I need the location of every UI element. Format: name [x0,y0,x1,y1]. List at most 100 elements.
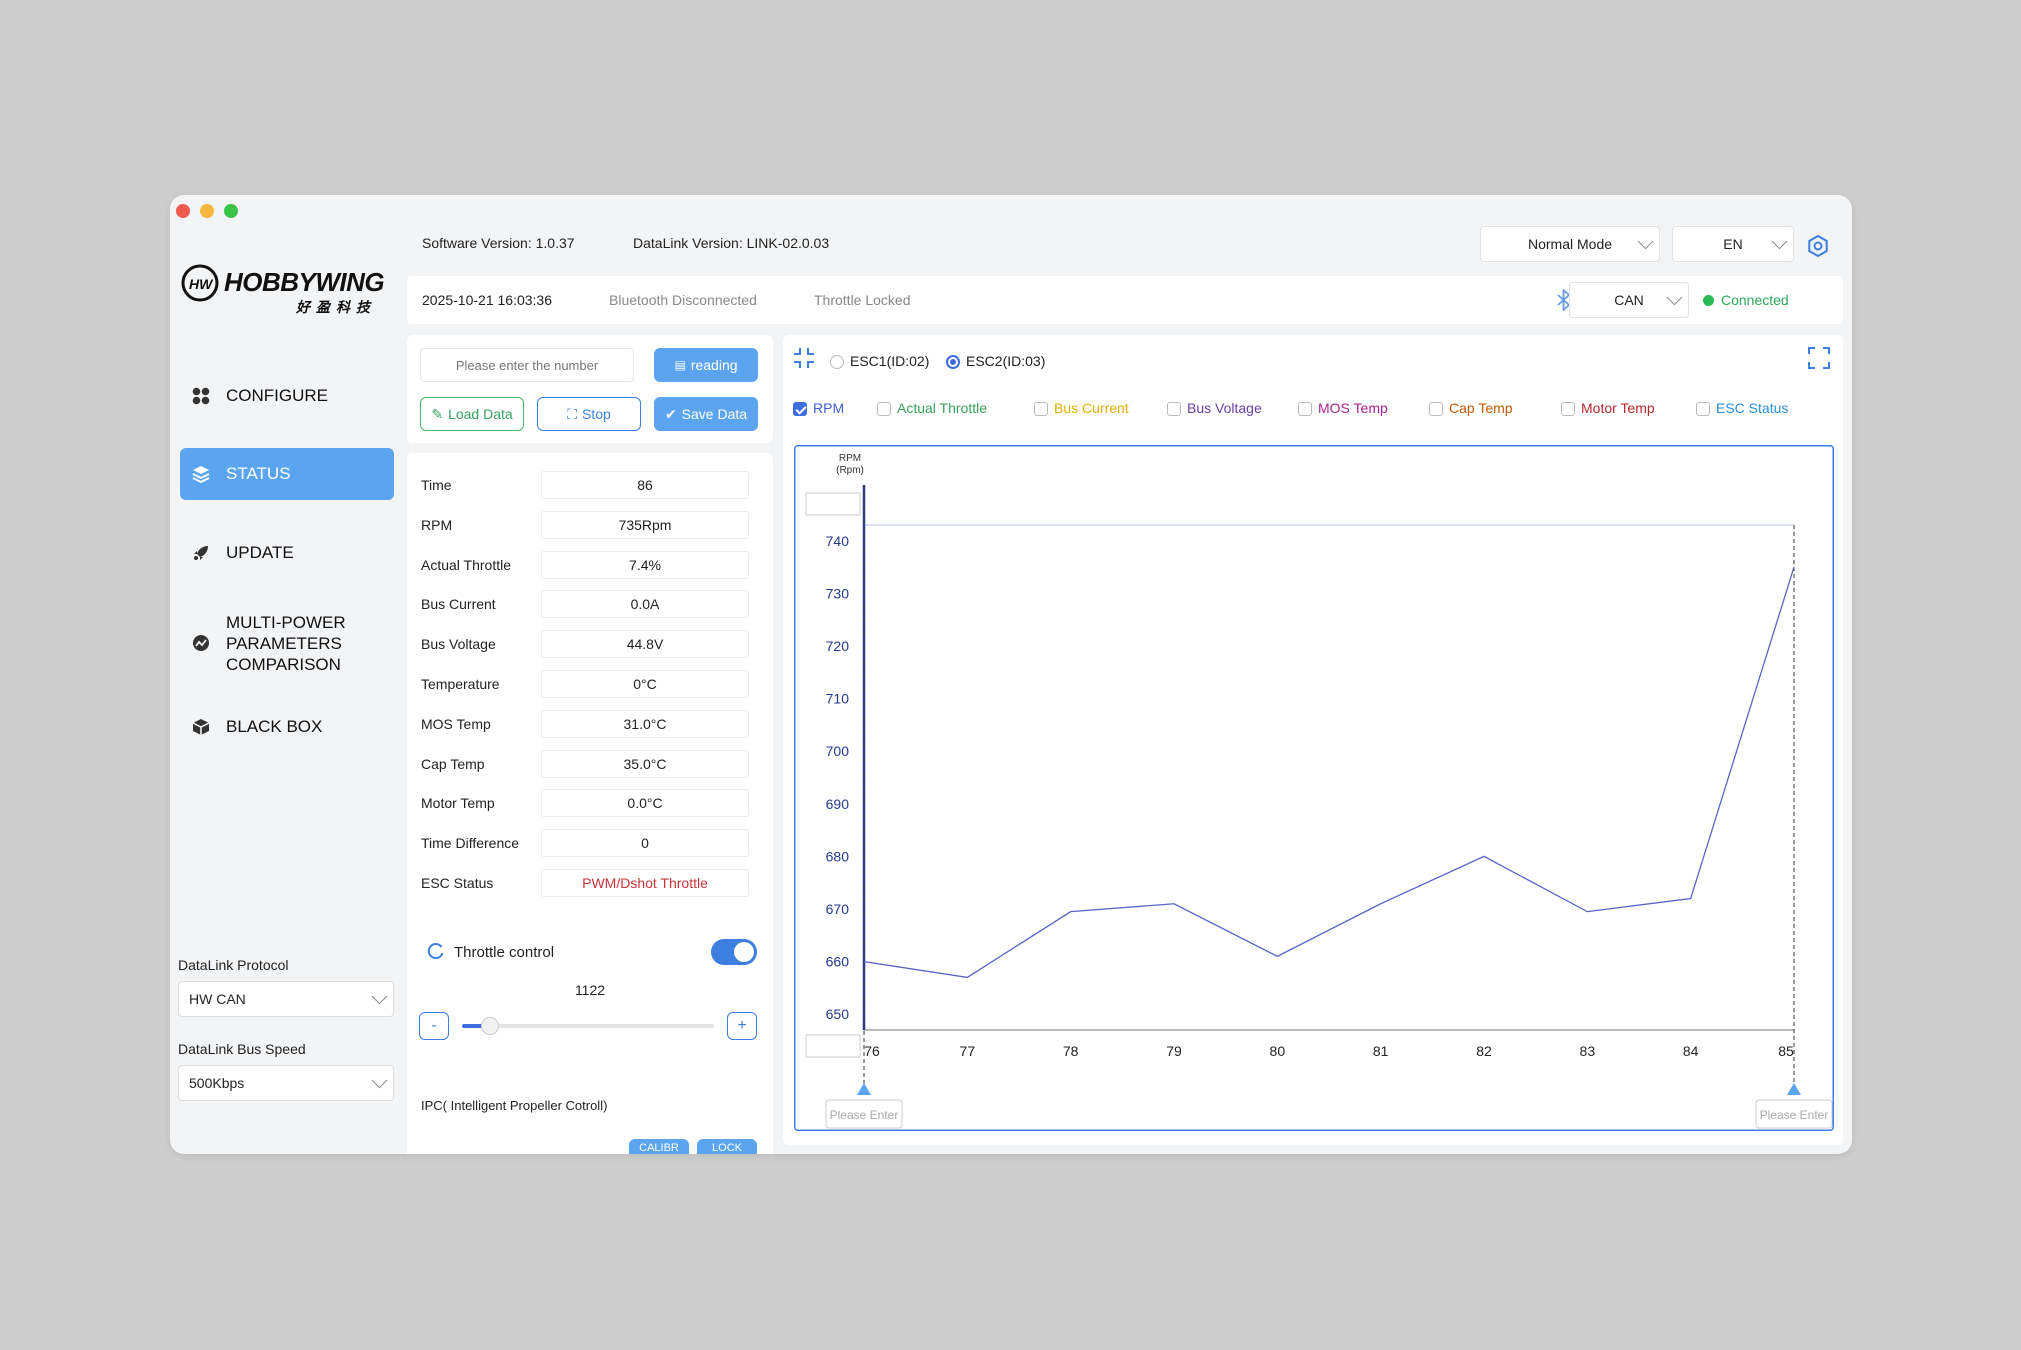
x-tick-label: 77 [960,1043,976,1059]
ipc-label: IPC( Intelligent Propeller Cotroll) [421,1098,608,1113]
box-icon [190,716,212,738]
mode-value: Normal Mode [1527,236,1613,252]
legend-label: RPM [813,400,845,416]
datalink-protocol-select[interactable]: HW CAN [178,981,394,1017]
nav-update[interactable]: UPDATE [180,527,394,579]
app-window: HW HOBBYWING 好盈科技 Software Version: 1.0.… [170,195,1852,1154]
grid-icon [190,385,212,407]
language-select[interactable]: EN [1672,226,1794,262]
number-input[interactable] [420,348,634,382]
svg-text:HW: HW [189,276,214,292]
checkbox-box [877,402,891,417]
x-tick-label: 84 [1683,1043,1699,1059]
legend-label: Actual Throttle [897,400,988,416]
language-value: EN [1723,236,1743,252]
legend-checkbox-esc-status[interactable]: ESC Status [1696,400,1788,417]
save-data-label: Save Data [681,406,748,422]
esc1-radio[interactable]: ESC1(ID:02) [830,353,929,370]
software-version: Software Version: 1.0.37 [422,235,575,251]
legend-checkbox-motor-temp[interactable]: Motor Temp [1561,400,1655,417]
reading-button[interactable]: ▤ reading [654,348,758,382]
toggle-knob [734,942,754,962]
mode-select[interactable]: Normal Mode [1480,226,1660,262]
minimize-window-dot[interactable] [200,204,214,218]
esc2-label: ESC2(ID:03) [966,353,1046,369]
y-tick-label: 710 [826,691,850,707]
datalink-speed-select[interactable]: 500Kbps [178,1065,394,1101]
load-data-button[interactable]: ✎ Load Data [420,397,524,431]
esc1-radio-circle [830,355,844,370]
status-value-7: 35.0°C [541,749,749,778]
checkbox-box [1696,402,1710,417]
y-axis-label: RPM (Rpm) [836,453,864,476]
status-value-10: PWM/Dshot Throttle [541,869,749,897]
logo-subtext: 好盈科技 [296,299,376,315]
throttle-toggle[interactable] [711,939,757,965]
datalink-speed-label: DataLink Bus Speed [178,1041,306,1057]
edit-icon: ✎ [431,405,444,422]
ipc-panel: IPC( Intelligent Propeller Cotroll) CALI… [407,1083,773,1154]
datalink-version: DataLink Version: LINK-02.0.03 [633,235,830,251]
checkbox-box [1298,402,1312,417]
nav-black-box[interactable]: BLACK BOX [180,701,394,753]
checkbox-box [1429,402,1443,417]
x-tick-label: 80 [1270,1043,1286,1059]
x-tick-label: 78 [1063,1043,1079,1059]
nav-configure[interactable]: CONFIGURE [180,370,394,422]
nav-multi-power-comparison[interactable]: MULTI-POWER PARAMETERS COMPARISON [180,607,394,679]
checkbox-box [793,402,807,417]
legend-checkbox-mos-temp[interactable]: MOS Temp [1298,400,1388,417]
nav-status-label: STATUS [226,464,291,483]
throttle-slider-handle[interactable] [480,1017,499,1035]
settings-gear-icon[interactable] [1807,235,1829,257]
check-circle-icon: ✔ [664,405,677,422]
maximize-window-dot[interactable] [224,204,238,218]
lock-button[interactable]: LOCK [697,1139,757,1154]
status-value-2: 7.4% [541,550,749,579]
nav-update-label: UPDATE [226,543,294,562]
legend-checkbox-bus-voltage[interactable]: Bus Voltage [1167,400,1262,417]
throttle-increase-button[interactable]: + [727,1012,757,1040]
throttle-control-label: Throttle control [454,944,555,961]
x-tick-label: 76 [864,1043,880,1059]
x-tick-label: 79 [1166,1043,1182,1059]
expand-icon[interactable] [1808,347,1830,369]
legend-checkbox-rpm[interactable]: RPM [793,400,845,417]
throttle-decrease-button[interactable]: - [419,1012,449,1040]
legend-checkbox-cap-temp[interactable]: Cap Temp [1429,400,1513,417]
chevron-down-icon [1666,289,1683,306]
nav-status[interactable]: STATUS [180,448,394,500]
layers-icon [190,463,212,485]
protocol-select[interactable]: CAN [1569,282,1689,318]
plus-icon: + [737,1017,747,1034]
refresh-icon [427,943,444,960]
legend-label: MOS Temp [1318,400,1388,416]
collapse-icon[interactable] [793,347,815,369]
logo-emblem-icon: HW [181,264,219,302]
y-tick-label: 660 [826,954,850,970]
controls-panel: ▤ reading ✎ Load Data ⛶ Stop ✔ Save Data [407,335,773,443]
calibrate-button[interactable]: CALIBR [629,1139,689,1154]
load-data-label: Load Data [448,406,513,422]
y-tick-label: 720 [826,638,850,654]
connected-dot-icon [1703,295,1714,306]
y-tick-label: 700 [826,743,850,759]
close-window-dot[interactable] [176,204,190,218]
calibrate-label: CALIBR [639,1142,679,1154]
nav-black-box-label: BLACK BOX [226,717,323,736]
checkbox-box [1561,402,1575,417]
throttle-value: 1122 [574,982,606,998]
status-label-3: Bus Current [421,596,496,613]
throttle-lock-status: Throttle Locked [814,292,911,308]
stop-button[interactable]: ⛶ Stop [537,397,641,431]
save-data-button[interactable]: ✔ Save Data [654,397,758,431]
legend-checkbox-actual-throttle[interactable]: Actual Throttle [877,400,988,417]
throttle-slider[interactable] [462,1017,714,1035]
x-tick-label: 83 [1580,1043,1596,1059]
legend-label: Motor Temp [1581,400,1655,416]
legend-checkbox-bus-current[interactable]: Bus Current [1034,400,1129,417]
status-label-4: Bus Voltage [421,636,496,653]
datalink-protocol-label: DataLink Protocol [178,957,289,973]
esc2-radio[interactable]: ESC2(ID:03) [946,353,1046,370]
status-value-6: 31.0°C [541,709,749,738]
